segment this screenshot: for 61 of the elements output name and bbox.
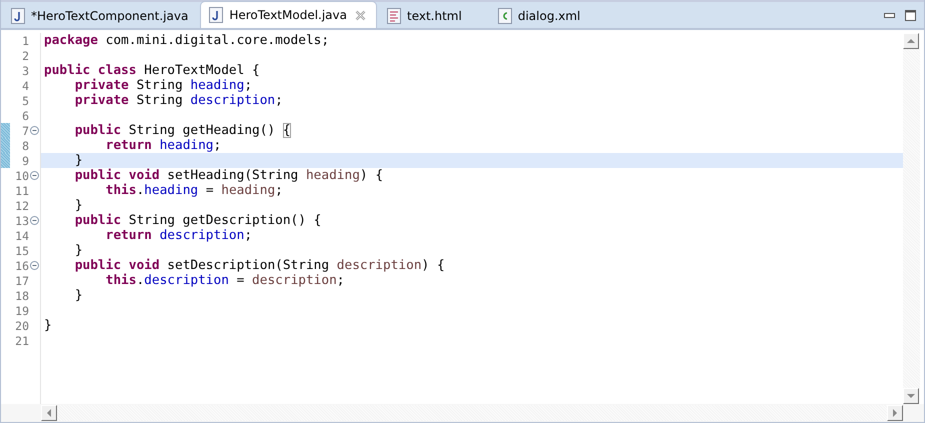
line-number: 11 — [14, 184, 29, 198]
line-number: 17 — [14, 274, 29, 288]
code-line: return description; — [104, 228, 252, 243]
code-line: return heading; — [104, 138, 222, 153]
line-number: 4 — [21, 78, 29, 92]
line-number: 8 — [21, 138, 29, 152]
collapse-icon[interactable] — [30, 126, 39, 135]
code-line: private String heading; — [74, 78, 252, 93]
line-number: 7 — [21, 124, 29, 138]
line-number: 6 — [21, 108, 29, 122]
collapse-icon[interactable] — [30, 216, 39, 225]
code-line: } — [74, 288, 83, 303]
java-file-icon — [11, 8, 25, 24]
scroll-right-button[interactable] — [887, 405, 903, 421]
right-arrow-icon — [893, 409, 897, 417]
editor-tab[interactable]: *HeroTextComponent.java — [3, 4, 198, 28]
code-line: public String getDescription() { — [74, 213, 322, 228]
code-line: public String getHeading() { — [74, 123, 291, 138]
left-arrow-icon — [47, 409, 51, 417]
xml-file-icon — [498, 8, 512, 24]
line-number: 5 — [21, 94, 29, 108]
editor-tab[interactable]: text.html — [379, 4, 488, 28]
code-line: private String description; — [74, 93, 283, 108]
up-arrow-icon — [907, 39, 915, 43]
code-line: public void setDescription(String description) { — [74, 258, 445, 273]
maximize-icon[interactable] — [905, 10, 916, 20]
line-number: 2 — [21, 48, 29, 62]
code-line: } — [74, 153, 83, 168]
line-number: 13 — [14, 214, 29, 228]
code-line: this.description = description; — [104, 273, 345, 288]
line-number: 3 — [21, 64, 29, 78]
code-line: } — [74, 243, 83, 258]
code-line: public class HeroTextModel { — [44, 63, 260, 78]
code-line: public void setHeading(String heading) { — [74, 168, 384, 183]
line-number: 19 — [14, 304, 29, 318]
collapse-icon[interactable] — [30, 261, 39, 270]
down-arrow-icon — [907, 394, 915, 398]
editor-tab[interactable]: dialog.xml — [490, 4, 606, 28]
code-line: } — [74, 198, 83, 213]
line-number: 14 — [14, 228, 29, 242]
code-line: package com.mini.digital.core.models; — [44, 33, 330, 48]
line-number: 18 — [14, 288, 29, 302]
line-number: 16 — [14, 258, 29, 272]
line-number: 1 — [21, 34, 29, 48]
line-number: 20 — [14, 318, 29, 332]
code-line: } — [44, 318, 52, 333]
line-number: 9 — [21, 154, 29, 168]
line-number: 21 — [14, 334, 29, 348]
close-icon[interactable] — [355, 10, 366, 20]
line-number: 15 — [14, 244, 29, 258]
scroll-up-button[interactable] — [903, 33, 919, 49]
line-number: 12 — [14, 198, 29, 212]
minimize-icon[interactable] — [884, 12, 895, 18]
code-line: this.heading = heading; — [104, 183, 283, 198]
java-file-icon — [209, 7, 224, 23]
html-file-icon — [387, 8, 401, 24]
scroll-down-button[interactable] — [903, 388, 919, 404]
scroll-left-button[interactable] — [41, 405, 57, 421]
line-number: 10 — [14, 168, 29, 182]
editor-tab[interactable]: HeroTextModel.java — [200, 1, 377, 28]
collapse-icon[interactable] — [30, 171, 39, 180]
